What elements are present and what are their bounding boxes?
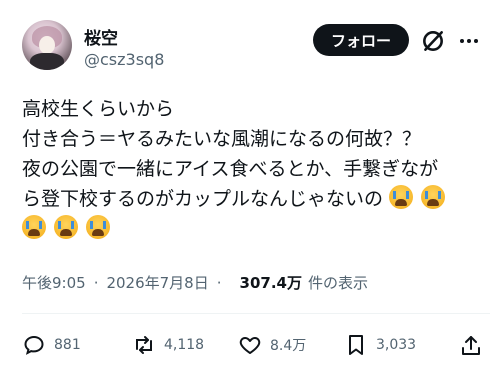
tweet-line: 付き合う＝ヤるみたいな風潮になるの何故？？ [22,128,422,150]
display-name[interactable]: 桜空 [84,24,118,49]
avatar[interactable] [22,20,72,70]
more-dot [460,39,464,43]
bookmark-icon [349,335,363,355]
bookmark-count: 3,033 [376,337,417,353]
view-count: 307.4万 [239,274,302,292]
bookmark-button[interactable]: 3,033 [344,333,416,357]
loudly-crying-face-emoji-icon [421,185,446,209]
avatar-body-shape [30,53,64,70]
reply-count: 881 [54,337,81,353]
more-dot [467,39,471,43]
meta-separator: · [93,273,99,292]
follow-button[interactable]: フォロー [313,24,409,56]
heart-icon [239,337,261,354]
repost-count: 4,118 [164,337,205,353]
tweet-date[interactable]: 2026年7月8日 [106,272,208,293]
grok-icon[interactable] [420,28,446,54]
share-icon[interactable] [459,334,483,358]
tweet-header: 桜空 @csz3sq8 フォロー [0,0,500,80]
action-bar: 881 4,118 8.4万 3,033 [22,333,490,363]
repost-button[interactable]: 4,118 [132,333,204,357]
loudly-crying-face-emoji-icon [54,215,79,239]
reply-icon [24,335,44,355]
tweet-line-text: ら登下校するのがカップルなんじゃないの [22,188,384,210]
more-dot [474,39,478,43]
tweet-emoji-line [22,214,490,244]
tweet-meta: 午後9:05 · 2026年7月8日 · 307.4万 件の表示 [22,272,368,293]
loudly-crying-face-emoji-icon [86,215,111,239]
avatar-face-shape [39,36,55,54]
divider [22,313,490,314]
view-count-label: 件の表示 [307,274,368,292]
tweet-text: 高校生くらいから 付き合う＝ヤるみたいな風潮になるの何故？？ 夜の公園で一緒にア… [22,94,490,244]
like-count: 8.4万 [270,338,307,354]
tweet-line: 夜の公園で一緒にアイス食べるとか、手繋ぎなが [22,158,439,180]
more-options-icon[interactable] [456,30,482,52]
tweet-time[interactable]: 午後9:05 [22,272,86,293]
tweet-line-with-emoji: ら登下校するのがカップルなんじゃないの [22,184,490,214]
loudly-crying-face-emoji-icon [22,215,46,239]
user-handle[interactable]: @csz3sq8 [84,50,164,69]
tweet-line: 高校生くらいから [22,98,175,120]
repost-icon [136,336,152,354]
meta-separator: · [216,273,222,292]
loudly-crying-face-emoji-icon [389,185,414,209]
reply-button[interactable]: 881 [22,333,81,357]
like-button[interactable]: 8.4万 [238,333,306,357]
